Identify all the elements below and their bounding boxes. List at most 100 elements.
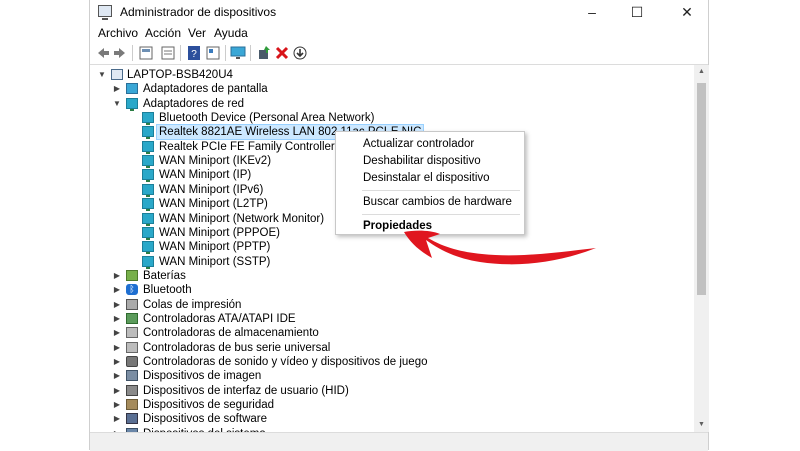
ata-controller-icon bbox=[126, 312, 138, 324]
network-icon bbox=[142, 241, 154, 255]
tree-item-label: Adaptadores de red bbox=[143, 97, 245, 110]
enable-device-icon[interactable] bbox=[256, 45, 272, 61]
network-icon bbox=[126, 97, 138, 111]
tree-item-label: WAN Miniport (PPTP) bbox=[159, 241, 271, 254]
expand-arrow-icon[interactable]: ▶ bbox=[112, 398, 122, 412]
title-bar: Administrador de dispositivos – ☐ ✕ bbox=[90, 0, 708, 24]
menu-ayuda[interactable]: Ayuda bbox=[214, 26, 248, 40]
network-icon bbox=[142, 198, 154, 212]
minimize-button[interactable]: – bbox=[570, 0, 614, 24]
menu-accion[interactable]: Acción bbox=[145, 26, 181, 40]
expand-arrow-icon[interactable]: ▶ bbox=[112, 355, 122, 369]
forward-icon[interactable] bbox=[112, 45, 128, 61]
context-menu-item[interactable]: Propiedades bbox=[363, 218, 432, 234]
menu-bar: Archivo Acción Ver Ayuda bbox=[90, 24, 708, 42]
help-icon[interactable]: ? bbox=[186, 45, 202, 61]
tree-item-label: Colas de impresión bbox=[143, 298, 242, 311]
tree-root-label: LAPTOP-BSB420U4 bbox=[127, 69, 233, 81]
window-title: Administrador de dispositivos bbox=[120, 5, 277, 19]
collapse-arrow-icon[interactable]: ▼ bbox=[97, 68, 107, 82]
network-icon bbox=[142, 212, 154, 226]
expand-arrow-icon[interactable]: ▶ bbox=[112, 341, 122, 355]
tree-item-label: Controladoras de almacenamiento bbox=[143, 327, 319, 340]
menu-archivo[interactable]: Archivo bbox=[98, 26, 138, 40]
expand-arrow-icon[interactable]: ▶ bbox=[112, 82, 122, 96]
tree-item-label: Bluetooth bbox=[143, 284, 192, 297]
expand-arrow-icon[interactable]: ▶ bbox=[112, 369, 122, 383]
tree-item-label: WAN Miniport (IPv6) bbox=[159, 183, 264, 196]
toolbar: ? bbox=[90, 42, 708, 65]
tree-item-label: Controladoras de bus serie universal bbox=[143, 341, 331, 354]
toolbar-separator bbox=[180, 45, 181, 61]
network-icon bbox=[142, 255, 154, 269]
uninstall-icon[interactable] bbox=[274, 45, 290, 61]
camera-icon bbox=[126, 370, 138, 382]
expand-arrow-icon[interactable]: ▶ bbox=[112, 384, 122, 398]
back-icon[interactable] bbox=[95, 45, 111, 61]
device-tree: ▼ LAPTOP-BSB420U4 ▶ Adaptadores de pantalla… bbox=[90, 65, 694, 432]
tree-item-label: WAN Miniport (IKEv2) bbox=[159, 155, 272, 168]
computer-view-icon[interactable] bbox=[138, 45, 154, 61]
tree-item-label: WAN Miniport (IP) bbox=[159, 169, 252, 182]
security-device-icon bbox=[126, 399, 138, 411]
network-icon bbox=[142, 112, 154, 126]
menu-separator bbox=[362, 214, 520, 215]
network-icon bbox=[142, 226, 154, 240]
expand-arrow-icon[interactable]: ▶ bbox=[112, 312, 122, 326]
print-queue-icon bbox=[126, 298, 138, 310]
context-menu-item[interactable]: Deshabilitar dispositivo bbox=[363, 153, 481, 169]
toolbar-separator bbox=[250, 45, 251, 61]
bluetooth-icon: ᛒ bbox=[126, 284, 138, 296]
menu-separator bbox=[362, 190, 520, 191]
network-icon bbox=[142, 169, 154, 183]
menu-ver[interactable]: Ver bbox=[188, 26, 206, 40]
device-manager-icon bbox=[98, 5, 112, 20]
network-icon bbox=[142, 140, 154, 154]
resources-icon[interactable] bbox=[205, 45, 221, 61]
tree-item-label: Baterías bbox=[143, 269, 186, 282]
scroll-down-arrow[interactable]: ▼ bbox=[694, 418, 709, 432]
close-button[interactable]: ✕ bbox=[665, 0, 709, 24]
tree-item-label: Realtek PCIe FE Family Controller bbox=[159, 140, 335, 153]
toolbar-separator bbox=[225, 45, 226, 61]
scrollbar-thumb[interactable] bbox=[697, 83, 706, 295]
tree-item-label: Dispositivos de software bbox=[143, 413, 267, 426]
toolbar-separator bbox=[132, 45, 133, 61]
context-menu-item[interactable]: Desinstalar el dispositivo bbox=[363, 170, 490, 186]
expand-arrow-icon[interactable]: ▶ bbox=[112, 269, 122, 283]
software-device-icon bbox=[126, 413, 138, 425]
network-icon bbox=[142, 183, 154, 197]
tree-item-label: Controladoras ATA/ATAPI IDE bbox=[143, 312, 296, 325]
expand-arrow-icon[interactable]: ▶ bbox=[112, 283, 122, 297]
context-menu: Actualizar controlador Deshabilitar dispo… bbox=[335, 131, 525, 235]
sound-icon bbox=[126, 356, 138, 367]
svg-text:?: ? bbox=[191, 49, 197, 60]
maximize-button[interactable]: ☐ bbox=[615, 0, 659, 24]
tree-item-label: Bluetooth Device (Personal Area Network) bbox=[159, 112, 375, 125]
tree-item-label: Dispositivos de imagen bbox=[143, 370, 262, 383]
context-menu-item[interactable]: Actualizar controlador bbox=[363, 136, 474, 152]
tree-item-label: WAN Miniport (L2TP) bbox=[159, 198, 268, 211]
monitor-icon[interactable] bbox=[230, 45, 246, 61]
computer-icon bbox=[111, 69, 123, 80]
network-icon bbox=[142, 155, 154, 169]
tree-item-label: Controladoras de sonido y vídeo y dispos… bbox=[143, 356, 428, 368]
hid-icon bbox=[126, 384, 138, 396]
display-icon bbox=[126, 83, 138, 95]
tree-item-label: Dispositivos de interfaz de usuario (HID… bbox=[143, 384, 349, 397]
expand-arrow-icon[interactable]: ▶ bbox=[112, 326, 122, 340]
expand-arrow-icon[interactable]: ▶ bbox=[112, 298, 122, 312]
tree-item-label: WAN Miniport (PPPOE) bbox=[159, 226, 280, 239]
update-driver-icon[interactable] bbox=[292, 45, 308, 61]
tree-item-label: Adaptadores de pantalla bbox=[143, 83, 268, 96]
tree-item-label: WAN Miniport (SSTP) bbox=[159, 255, 271, 268]
context-menu-item[interactable]: Buscar cambios de hardware bbox=[363, 194, 512, 210]
scroll-up-arrow[interactable]: ▲ bbox=[694, 65, 709, 79]
status-bar bbox=[90, 432, 708, 451]
vertical-scrollbar[interactable]: ▲ ▼ bbox=[694, 65, 709, 432]
collapse-arrow-icon[interactable]: ▼ bbox=[112, 97, 122, 111]
tree-item-label: Dispositivos de seguridad bbox=[143, 399, 275, 412]
properties-icon[interactable] bbox=[160, 45, 176, 61]
expand-arrow-icon[interactable]: ▶ bbox=[112, 412, 122, 426]
tree-item-label: WAN Miniport (Network Monitor) bbox=[159, 212, 325, 225]
